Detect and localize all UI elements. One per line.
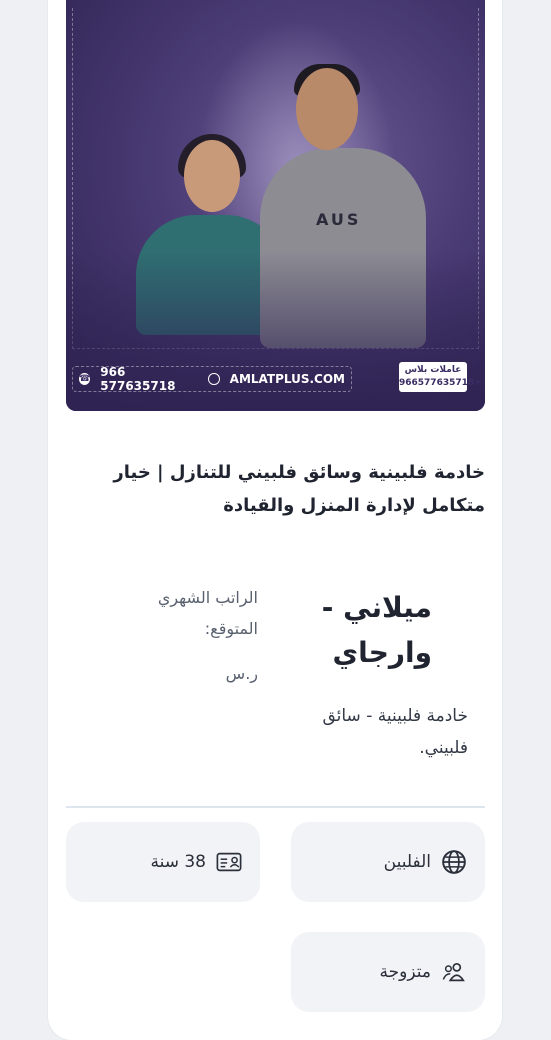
users-icon: [442, 962, 465, 982]
photo-phone: 966 577635718: [100, 365, 176, 393]
divider: [66, 806, 485, 808]
nationality-chip: الفلبين: [291, 822, 485, 902]
id-card-icon: [216, 852, 242, 872]
photo-website: AMLATPLUS.COM: [229, 372, 345, 386]
age-chip: 38 سنة: [66, 822, 260, 902]
man-face: [296, 68, 358, 150]
brand-logo-phone: 966577635718+: [399, 378, 482, 388]
worker-role: خادمة فلبينية - سائق فلبيني.: [322, 706, 468, 759]
brand-logo-name: عاملات بلاس: [404, 365, 462, 375]
listing-photo[interactable]: AUS ☎ 966 577635718 AMLATPLUS.COM عاملات…: [66, 0, 485, 411]
salary-label: الراتب الشهري المتوقع:: [157, 588, 258, 639]
listing-title: خادمة فلبينية وسائق فلبيني للتنازل | خيا…: [113, 462, 485, 517]
photo-contact-bar: ☎ 966 577635718 AMLATPLUS.COM: [72, 365, 352, 393]
brand-logo: عاملات بلاس 966577635718+: [399, 362, 482, 392]
globe-icon: [208, 373, 220, 385]
marital-status-value: متزوجة: [379, 962, 431, 982]
marital-status-chip: متزوجة: [291, 932, 485, 1012]
phone-icon: ☎: [79, 373, 91, 385]
shirt-print: AUS: [316, 210, 362, 229]
nationality-value: الفلبين: [383, 852, 431, 872]
woman-face: [184, 140, 240, 212]
worker-name: ميلاني - وارجاي: [321, 591, 432, 669]
globe-icon: [442, 850, 466, 874]
salary-currency: ر.س: [225, 664, 258, 683]
age-value: 38 سنة: [150, 852, 206, 872]
